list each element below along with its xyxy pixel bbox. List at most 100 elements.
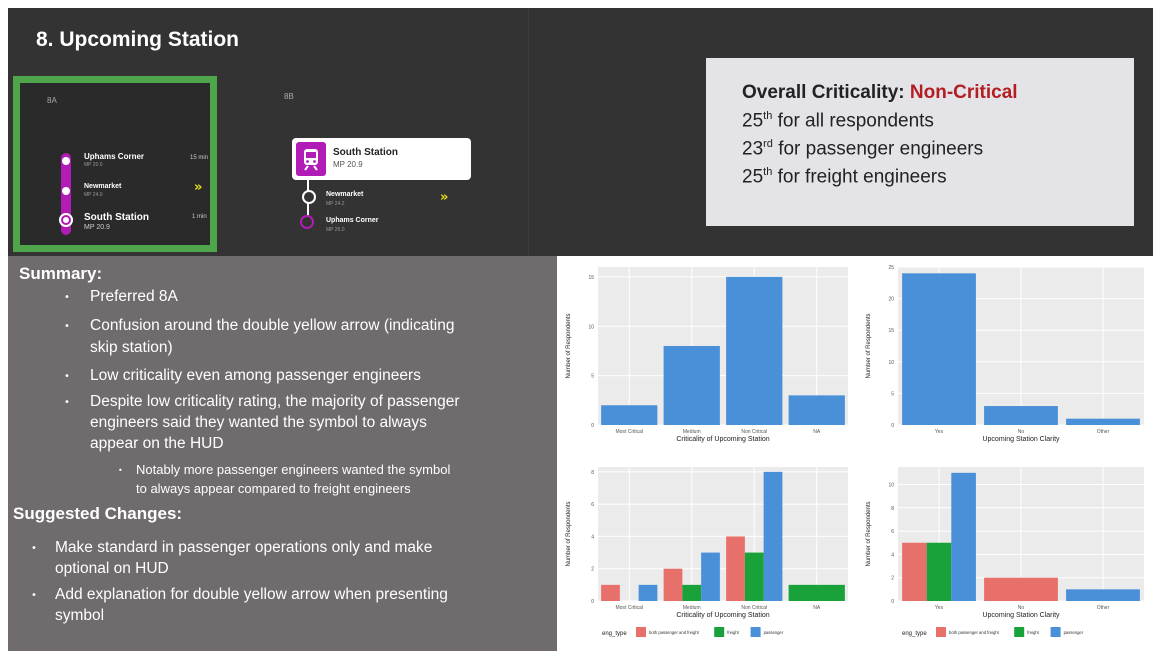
x-tick-label: No	[1018, 429, 1025, 435]
station-ring-icon	[302, 190, 316, 204]
summary-item: Preferred 8A	[90, 288, 178, 305]
y-tick-label: 10	[888, 360, 894, 366]
station-name: Newmarket	[84, 183, 122, 190]
plot-background	[598, 467, 848, 601]
summary-item: Despite low criticality rating, the majo…	[90, 393, 460, 410]
station-ring-icon	[300, 215, 314, 229]
x-tick-label: Medium	[683, 605, 701, 611]
criticality-value: Non-Critical	[909, 82, 1018, 103]
sub-bullet-icon: •	[118, 466, 123, 475]
bar	[902, 273, 976, 425]
summary-item-cont: skip station)	[90, 339, 173, 356]
station-name: Uphams Corner	[326, 217, 379, 224]
y-tick-label: 15	[888, 328, 894, 334]
bar	[788, 395, 845, 425]
y-tick-label: 8	[891, 506, 894, 512]
bar	[788, 584, 845, 601]
x-tick-label: NA	[813, 605, 821, 611]
summary-item: Confusion around the double yellow arrow…	[90, 317, 455, 334]
x-tick-label: Most Critical	[615, 429, 643, 435]
bar	[926, 542, 952, 601]
y-tick-label: 10	[888, 482, 894, 488]
option-8a-panel: 8A Uphams Corner MP 20.0 15 min Newmarke…	[13, 76, 217, 252]
legend-label: both passenger and freight	[949, 630, 1000, 635]
station-mp: MP 20.9	[84, 224, 110, 231]
legend-swatch	[714, 627, 725, 637]
bar	[726, 536, 745, 601]
bar	[763, 471, 783, 601]
summary-item-cont: appear on the HUD	[90, 435, 224, 452]
y-tick-label: 5	[591, 374, 594, 380]
x-tick-label: Medium	[683, 429, 701, 435]
x-axis-label: Criticality of Upcoming Station	[676, 436, 769, 443]
y-axis-label: Number of Respondents	[566, 313, 572, 378]
bullet-icon: •	[64, 371, 70, 382]
station-name: Uphams Corner	[84, 152, 145, 161]
legend-title: eng_type	[602, 631, 627, 637]
bullet-icon: •	[64, 397, 70, 408]
station-dot-icon	[62, 187, 70, 195]
x-axis-label: Upcoming Station Clarity	[982, 436, 1060, 443]
suggested-item: Make standard in passenger operations on…	[55, 539, 433, 556]
y-tick-label: 4	[591, 534, 594, 540]
legend-label: both passenger and freight	[649, 630, 700, 635]
summary-item-cont: engineers said they wanted the symbol to…	[90, 414, 427, 431]
bar	[601, 584, 620, 601]
bullet-icon: •	[31, 590, 37, 601]
rank-all: 25th for all respondents	[742, 110, 934, 132]
station-name: Newmarket	[326, 191, 364, 198]
double-arrow-icon: »	[440, 190, 449, 205]
bullet-icon: •	[31, 543, 37, 554]
chart-svg: 0 2 4 6 8 Most Critical Medium Non Critical NA Cr…	[566, 467, 848, 637]
y-tick-label: 0	[891, 423, 894, 429]
bar	[682, 584, 702, 601]
y-tick-label: 25	[888, 265, 894, 271]
legend-swatch	[750, 627, 761, 637]
bar	[902, 542, 927, 601]
divider	[528, 8, 529, 256]
legend-swatch	[1050, 627, 1061, 637]
legend-label: passenger	[764, 630, 784, 635]
top-panel: 8. Upcoming Station 8A Uphams Corner MP …	[8, 8, 1153, 256]
summary-heading: Summary:	[19, 264, 103, 283]
legend-swatch	[936, 627, 946, 637]
charts-area: 0 5 10 15 Most Critical Medium Non Critical NA C…	[557, 256, 1153, 651]
y-tick-label: 2	[591, 567, 594, 573]
current-station-center-icon	[63, 217, 69, 223]
bullet-icon: •	[64, 292, 70, 303]
legend-label: freight	[727, 630, 739, 635]
y-tick-label: 20	[888, 297, 894, 303]
legend-label: freight	[1027, 630, 1039, 635]
option-8b-label: 8B	[284, 92, 294, 101]
station-name: South Station	[84, 212, 149, 223]
y-tick-label: 10	[588, 324, 594, 330]
bar	[663, 346, 720, 425]
suggested-item: Add explanation for double yellow arrow …	[55, 586, 448, 603]
suggested-item-cont: symbol	[55, 607, 105, 624]
chart-clarity-all: 0 5 10 15 20 25 Yes No Other Upcoming Station Cla…	[860, 259, 1152, 455]
summary-item: Low criticality even among passenger eng…	[90, 367, 421, 384]
station-mp: MP 20.0	[84, 162, 103, 168]
criticality-box: Overall Criticality: Non-Critical 25th f…	[706, 58, 1134, 226]
x-tick-label: Non Critical	[741, 605, 767, 611]
x-axis-label: Criticality of Upcoming Station	[676, 612, 769, 619]
station-eta: 1 min	[192, 214, 207, 220]
y-axis-label: Number of Respondents	[566, 501, 572, 566]
x-tick-label: Most Critical	[615, 605, 643, 611]
criticality-heading: Overall Criticality: Non-Critical	[742, 82, 1018, 103]
chart-svg: 0 5 10 15 Most Critical Medium Non Critical NA C…	[566, 267, 848, 443]
y-tick-label: 0	[591, 423, 594, 429]
y-tick-label: 15	[588, 275, 594, 281]
x-tick-label: NA	[813, 429, 821, 435]
chart-svg: 0 5 10 15 20 25 Yes No Other Upcoming Station Cla…	[866, 265, 1144, 443]
x-tick-label: Yes	[935, 605, 944, 611]
bar	[1066, 589, 1140, 601]
rank-freight: 25th for freight engineers	[742, 166, 947, 188]
bar	[984, 577, 1058, 601]
bar	[744, 552, 764, 601]
suggested-heading: Suggested Changes:	[13, 504, 183, 523]
x-tick-label: Yes	[935, 429, 944, 435]
chart-clarity-by-engineer: 0 2 4 6 8 10 Yes No Other Upcoming Station Clarit…	[860, 459, 1152, 649]
slide-title: 8. Upcoming Station	[36, 28, 240, 51]
rank-passenger: 23rd for passenger engineers	[742, 138, 984, 160]
